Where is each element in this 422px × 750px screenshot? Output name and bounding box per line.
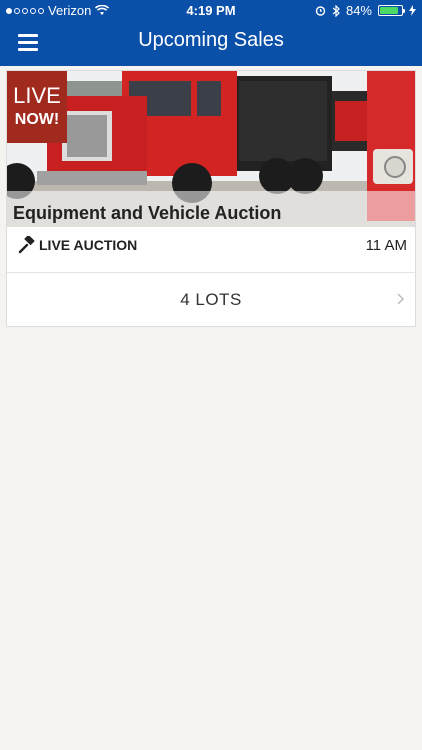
lots-button[interactable]: 4 LOTS [7,273,415,327]
sale-title: Equipment and Vehicle Auction [13,203,282,223]
status-right: 84% [315,3,416,18]
sale-meta: LIVE AUCTION 11 AM [17,235,407,255]
battery-percent: 84% [345,3,372,18]
status-bar: Verizon 4:19 PM 84% [0,0,422,22]
sale-image[interactable]: LIVE NOW! Equipment and Vehicle Auction [7,71,415,227]
badge-line2: NOW! [14,111,60,128]
badge-line1: LIVE [13,83,61,108]
live-now-badge: LIVE NOW! [7,71,67,143]
bluetooth-icon [332,4,340,17]
gavel-icon [18,236,35,254]
battery-icon [378,5,405,16]
lots-count: 4 LOTS [180,290,242,309]
sale-card[interactable]: LIVE NOW! Equipment and Vehicle Auction … [6,70,416,327]
page-title: Upcoming Sales [138,29,284,51]
chevron-right-icon [397,293,405,305]
sale-time: 11 AM [365,236,407,254]
alarm-icon [315,6,326,16]
auction-type: LIVE AUCTION [39,237,138,253]
charging-icon [409,5,416,16]
nav-header: Verizon 4:19 PM 84% Upcoming Sales [0,0,422,66]
